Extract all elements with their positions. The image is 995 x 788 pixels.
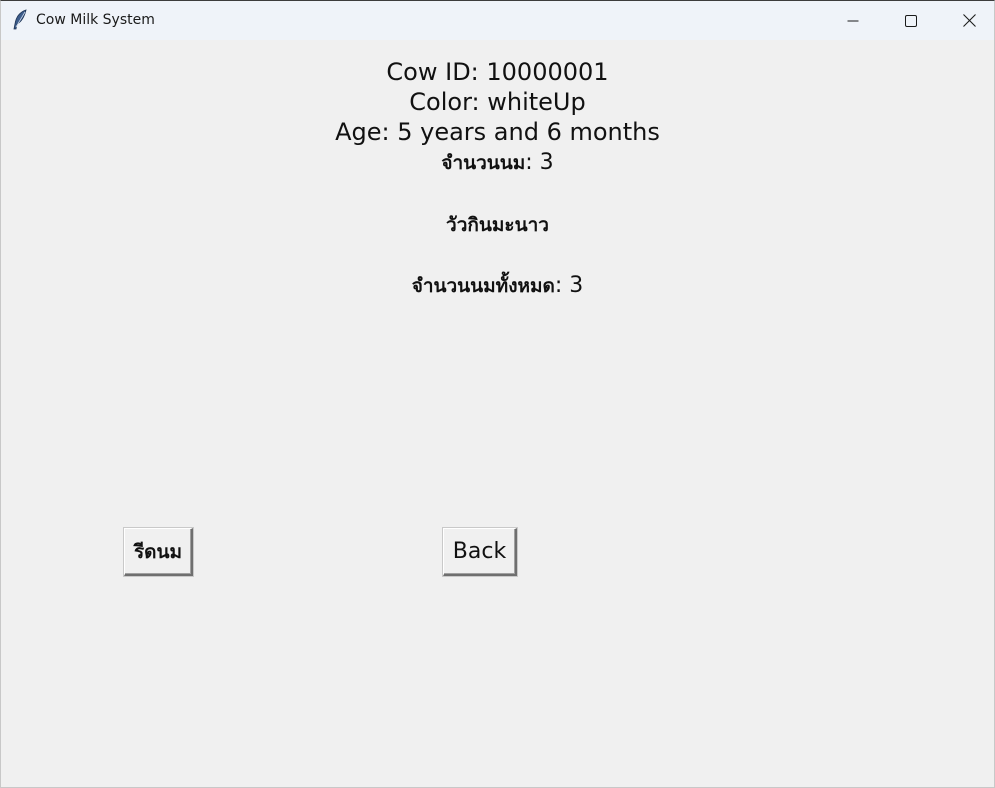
feather-icon (11, 9, 29, 31)
window-title: Cow Milk System (36, 12, 155, 28)
main-content: Cow ID: 10000001 Color: whiteUp Age: 5 y… (1, 40, 994, 788)
milk-count-caption: จำนวนนม (441, 152, 526, 174)
back-button[interactable]: Back (443, 528, 517, 576)
app-window: Cow Milk System Cow ID: 10000001 Color: … (0, 0, 995, 788)
milk-count-value: : 3 (525, 150, 554, 175)
milk-cow-button[interactable]: รีดนม (124, 528, 193, 576)
total-milk-label: จำนวนนมทั้งหมด: 3 (1, 271, 994, 301)
cow-id-label: Cow ID: 10000001 (386, 58, 609, 86)
total-milk-value: : 3 (554, 273, 584, 298)
maximize-icon (905, 14, 917, 27)
cow-status-label: วัวกินมะนาว (446, 214, 549, 236)
cow-color-label: Color: whiteUp (409, 88, 586, 116)
close-button[interactable] (940, 1, 995, 40)
milk-count-label: จำนวนนม: 3 (1, 148, 994, 178)
total-milk-caption: จำนวนนมทั้งหมด (411, 275, 555, 297)
minimize-button[interactable] (824, 1, 882, 40)
close-icon (962, 14, 976, 27)
maximize-button[interactable] (882, 1, 940, 40)
cow-age-label: Age: 5 years and 6 months (335, 118, 660, 146)
title-bar[interactable]: Cow Milk System (1, 1, 994, 40)
minimize-icon (847, 20, 859, 21)
